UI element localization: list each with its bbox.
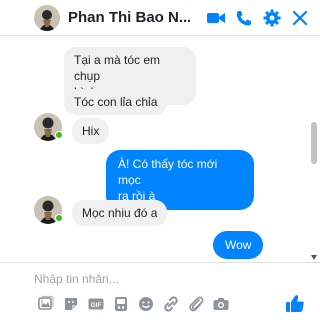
link-icon[interactable] (162, 295, 180, 313)
phone-icon[interactable] (234, 8, 254, 28)
game-icon[interactable] (112, 295, 130, 313)
online-status-dot (55, 214, 63, 222)
close-icon[interactable] (290, 8, 310, 28)
scroll-down-arrow-icon[interactable] (311, 255, 317, 260)
composer-toolbar: GIF (37, 295, 230, 313)
chat-header: Phan Thi Bao N... (0, 0, 320, 36)
online-status-dot (55, 131, 63, 139)
scrollbar[interactable] (310, 42, 318, 262)
message-input[interactable] (34, 269, 274, 289)
camera-icon[interactable] (212, 295, 230, 313)
message-outgoing: Wow (213, 231, 264, 259)
message-incoming: Hix (72, 118, 110, 144)
gif-icon[interactable]: GIF (87, 295, 105, 313)
attachment-icon[interactable] (187, 295, 205, 313)
gear-icon[interactable] (262, 8, 282, 28)
composer: GIF (0, 262, 320, 320)
like-icon[interactable] (284, 293, 306, 315)
svg-text:GIF: GIF (91, 302, 102, 309)
message-list[interactable]: Tại a mà tóc em chụp hình Tóc con lỉa ch… (0, 37, 320, 265)
scrollbar-thumb[interactable] (311, 122, 317, 164)
contact-avatar[interactable] (34, 5, 60, 31)
message-incoming: Mọc nhiu đó a (72, 200, 168, 226)
contact-name[interactable]: Phan Thi Bao N... (68, 9, 190, 26)
image-icon[interactable] (37, 295, 55, 313)
video-icon[interactable] (206, 8, 226, 28)
emoji-icon[interactable] (137, 295, 155, 313)
message-incoming: Tóc con lỉa chỉa (64, 89, 168, 115)
sticker-icon[interactable] (62, 295, 80, 313)
